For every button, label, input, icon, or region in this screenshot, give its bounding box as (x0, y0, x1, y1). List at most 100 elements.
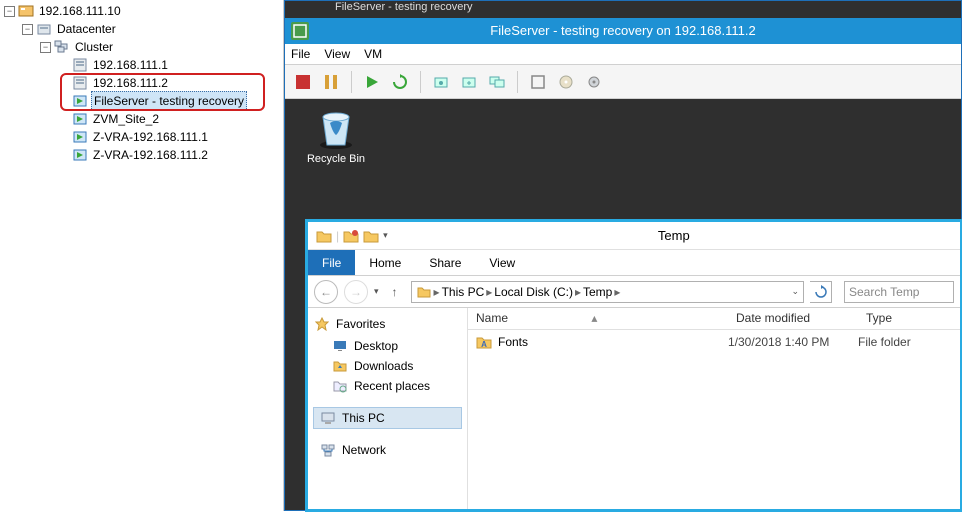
collapse-icon[interactable]: − (4, 6, 15, 17)
tree-label: Z-VRA-192.168.111.1 (91, 128, 210, 146)
crumb-temp[interactable]: Temp (583, 285, 612, 299)
file-explorer-window: | ▾ Temp File Home Share View ← → ▾ ↑ (305, 219, 962, 512)
breadcrumb-separator-icon[interactable]: ▸ (434, 285, 440, 299)
tree-node-host[interactable]: 192.168.111.1 (4, 56, 283, 74)
up-button[interactable]: ↑ (385, 282, 405, 302)
column-name[interactable]: Name ▴ (468, 308, 728, 329)
explorer-title: Temp (388, 228, 960, 243)
host-icon (72, 57, 88, 73)
background-window-titlebar: FileServer - testing recovery (285, 1, 961, 18)
sidebar-desktop[interactable]: Desktop (314, 336, 461, 356)
vm-powered-on-icon (72, 93, 88, 109)
breadcrumb-separator-icon[interactable]: ▸ (575, 285, 581, 299)
recycle-bin-icon (313, 105, 359, 151)
breadcrumb-separator-icon[interactable]: ▸ (486, 285, 492, 299)
new-folder-icon[interactable] (343, 228, 359, 244)
history-dropdown-icon[interactable]: ▾ (374, 286, 379, 297)
console-titlebar[interactable]: FileServer - testing recovery on 192.168… (285, 18, 961, 44)
network-icon (320, 442, 336, 458)
sidebar-downloads[interactable]: Downloads (314, 356, 461, 376)
revert-snapshot-button[interactable] (457, 70, 481, 94)
sidebar-network[interactable]: Network (314, 440, 461, 460)
titlebar-separator: | (336, 229, 339, 243)
recycle-bin-label: Recycle Bin (301, 153, 371, 165)
file-row[interactable]: A Fonts 1/30/2018 1:40 PM File folder (468, 330, 960, 354)
explorer-sidebar: Favorites Desktop Downloads Recent (308, 308, 468, 509)
cd-button[interactable] (554, 70, 578, 94)
play-button[interactable] (360, 70, 384, 94)
crumb-thispc[interactable]: This PC (442, 285, 485, 299)
menu-vm[interactable]: VM (364, 47, 382, 61)
vm-powered-on-icon (72, 147, 88, 163)
background-window-title: FileServer - testing recovery (335, 1, 473, 13)
tree-node-host[interactable]: 192.168.111.2 (4, 74, 283, 92)
tree-label: ZVM_Site_2 (91, 110, 161, 128)
guest-desktop[interactable]: Recycle Bin | ▾ Temp File Home Share Vie… (285, 99, 961, 510)
explorer-body: Favorites Desktop Downloads Recent (308, 308, 960, 509)
search-input[interactable]: Search Temp (844, 281, 954, 303)
fonts-folder-icon: A (476, 334, 492, 350)
back-button[interactable]: ← (314, 280, 338, 304)
tree-node-root[interactable]: − 192.168.111.10 (4, 2, 283, 20)
sidebar-label: This PC (342, 411, 385, 425)
sidebar-recent[interactable]: Recent places (314, 376, 461, 396)
manage-snapshot-button[interactable] (485, 70, 509, 94)
vm-powered-on-icon (72, 111, 88, 127)
sidebar-thispc[interactable]: This PC (314, 408, 461, 428)
explorer-ribbon: File Home Share View (308, 250, 960, 276)
tree-label: Cluster (73, 38, 115, 56)
ribbon-tab-view[interactable]: View (475, 250, 529, 275)
tree-node-datacenter[interactable]: − Datacenter (4, 20, 283, 38)
breadcrumb-separator-icon[interactable]: ▸ (614, 285, 620, 299)
column-date[interactable]: Date modified (728, 308, 858, 329)
toolbar-separator (420, 71, 421, 93)
tree-node-vm[interactable]: Z-VRA-192.168.111.2 (4, 146, 283, 164)
menu-file[interactable]: File (291, 47, 310, 61)
snapshot-button[interactable] (429, 70, 453, 94)
explorer-file-pane: Name ▴ Date modified Type A Fonts 1/30/2… (468, 308, 960, 509)
crumb-disk[interactable]: Local Disk (C:) (494, 285, 573, 299)
recent-icon (332, 378, 348, 394)
toolbar-separator (351, 71, 352, 93)
vmware-icon (291, 22, 309, 40)
tree-node-vm-selected[interactable]: FileServer - testing recovery (4, 92, 283, 110)
sidebar-label: Downloads (354, 359, 413, 373)
column-type[interactable]: Type (858, 308, 960, 329)
settings-button[interactable] (582, 70, 606, 94)
recycle-bin[interactable]: Recycle Bin (301, 105, 371, 165)
breadcrumb[interactable]: ▸ This PC ▸ Local Disk (C:) ▸ Temp ▸ ⌄ (411, 281, 804, 303)
restart-button[interactable] (388, 70, 412, 94)
console-toolbar (285, 65, 961, 99)
menu-view[interactable]: View (324, 47, 350, 61)
vcenter-icon (18, 3, 34, 19)
ribbon-tab-home[interactable]: Home (355, 250, 415, 275)
collapse-icon[interactable]: − (40, 42, 51, 53)
datacenter-icon (36, 21, 52, 37)
tree-node-cluster[interactable]: − Cluster (4, 38, 283, 56)
ribbon-tab-share[interactable]: Share (415, 250, 475, 275)
collapse-icon[interactable]: − (22, 24, 33, 35)
explorer-titlebar[interactable]: | ▾ Temp (308, 222, 960, 250)
star-icon (314, 316, 330, 332)
file-name: Fonts (498, 335, 528, 349)
vm-console-window: FileServer - testing recovery FileServer… (284, 0, 962, 511)
chevron-down-icon[interactable]: ⌄ (791, 286, 799, 297)
forward-button[interactable]: → (344, 280, 368, 304)
fullscreen-button[interactable] (526, 70, 550, 94)
ribbon-tab-file[interactable]: File (308, 250, 355, 275)
tree-node-vm[interactable]: Z-VRA-192.168.111.1 (4, 128, 283, 146)
sidebar-label: Desktop (354, 339, 398, 353)
refresh-button[interactable] (810, 281, 832, 303)
folder-dropdown-icon[interactable] (363, 228, 379, 244)
tree-node-vm[interactable]: ZVM_Site_2 (4, 110, 283, 128)
tree-label: Z-VRA-192.168.111.2 (91, 146, 210, 164)
toolbar-separator (517, 71, 518, 93)
sidebar-label: Recent places (354, 379, 430, 393)
sidebar-favorites[interactable]: Favorites (314, 316, 461, 332)
column-headers: Name ▴ Date modified Type (468, 308, 960, 330)
stop-button[interactable] (291, 70, 315, 94)
folder-icon (416, 284, 432, 300)
tree-label: Datacenter (55, 20, 118, 38)
pause-button[interactable] (319, 70, 343, 94)
svg-text:A: A (481, 340, 487, 349)
